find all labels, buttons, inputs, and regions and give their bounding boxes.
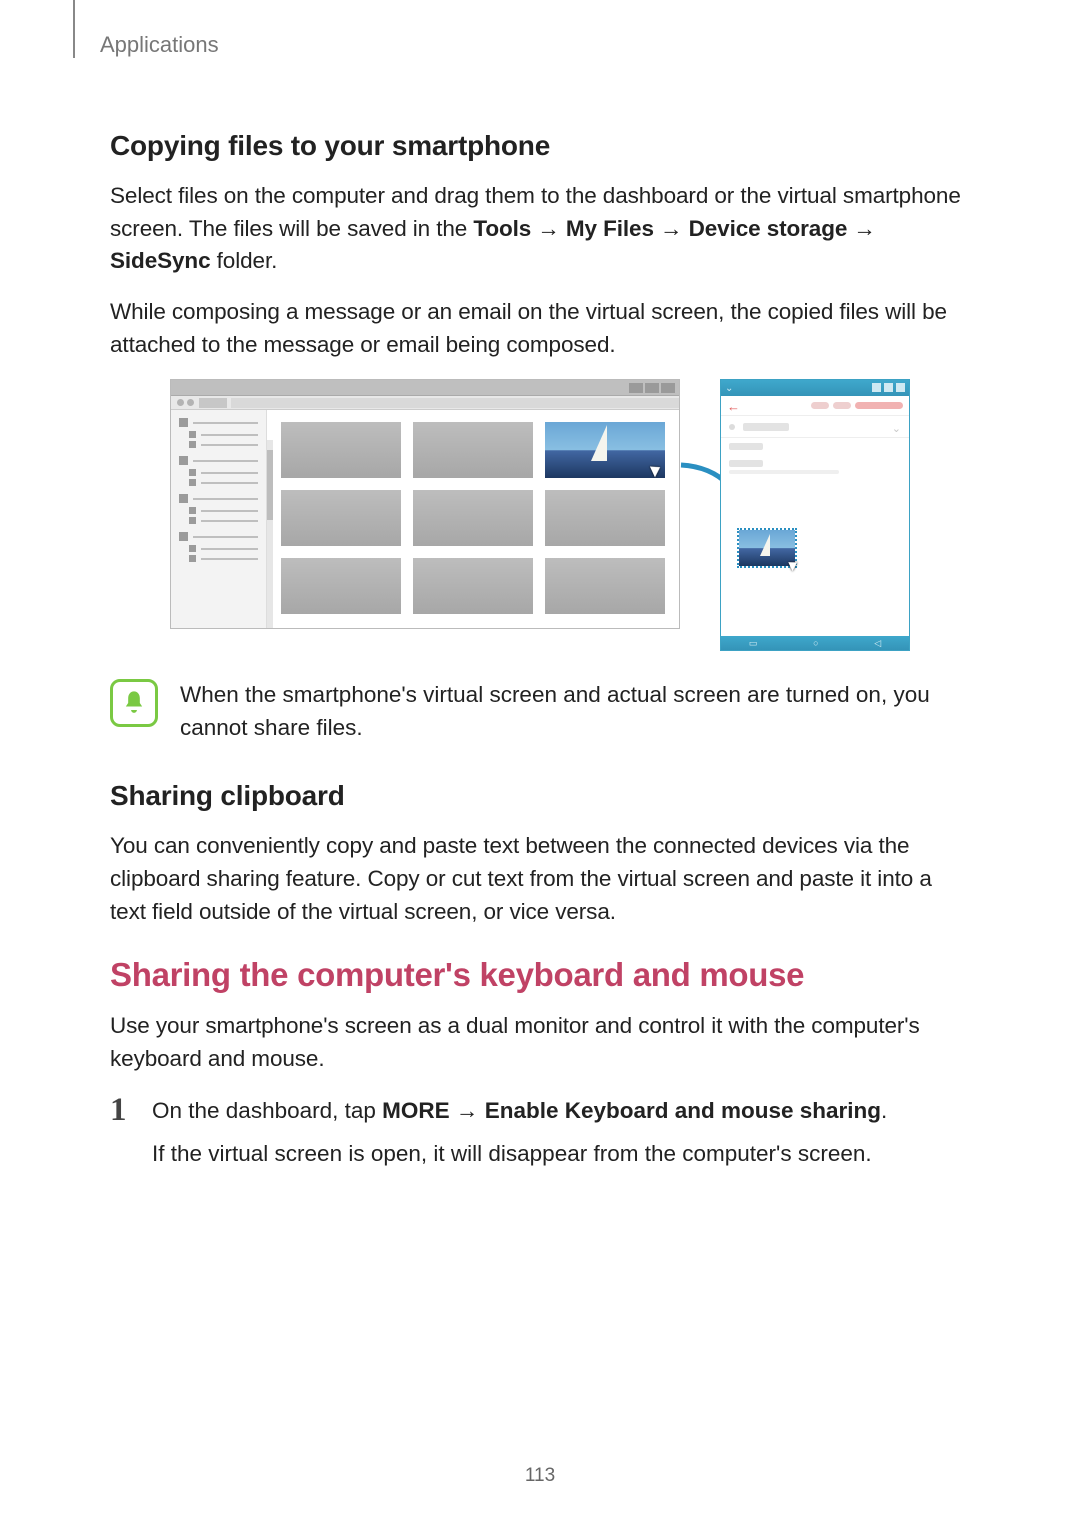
illustration: ⌄ ← ⌄ ▭ ○ ◁ (110, 379, 970, 653)
note-callout: When the smartphone's virtual screen and… (110, 679, 970, 744)
text: folder. (211, 248, 278, 273)
cursor-icon (788, 559, 799, 571)
heading-sharing-clipboard: Sharing clipboard (110, 780, 970, 812)
thumbnail (413, 490, 533, 546)
chevron-down-icon: ⌄ (892, 422, 901, 435)
step-1-line-1: On the dashboard, tap MORE → Enable Keyb… (152, 1094, 887, 1128)
thumbnail-selected (545, 422, 665, 478)
paragraph-copy-attach: While composing a message or an email on… (110, 296, 970, 361)
arrow-icon: → (531, 216, 566, 241)
window-close-icon (896, 383, 905, 392)
header-tab-mark (73, 0, 75, 58)
arrow-icon: → (654, 216, 689, 241)
path-tools: Tools (473, 216, 531, 241)
phone-navbar: ▭ ○ ◁ (721, 636, 909, 650)
file-tree-sidebar (171, 410, 267, 628)
compose-subject-field (721, 456, 909, 474)
back-icon: ← (727, 399, 740, 414)
heading-copying-files: Copying files to your smartphone (110, 130, 970, 162)
step-number: 1 (110, 1094, 136, 1182)
window-min-icon (629, 383, 643, 393)
thumbnail (413, 558, 533, 614)
note-bell-icon (110, 679, 158, 727)
path-device-storage: Device storage (689, 216, 848, 241)
thumbnail-grid (267, 410, 679, 628)
recent-icon: ▭ (749, 638, 758, 649)
page: Applications Copying files to your smart… (0, 0, 1080, 1527)
chevron-down-icon: ⌄ (725, 383, 733, 394)
header-section-label: Applications (100, 32, 219, 58)
step-1-line-2: If the virtual screen is open, it will d… (152, 1137, 887, 1171)
back-icon: ◁ (874, 638, 881, 649)
browser-tabbar (171, 396, 679, 410)
cursor-icon (650, 463, 663, 478)
path-sidesync: SideSync (110, 248, 211, 273)
paragraph-copy-path: Select files on the computer and drag th… (110, 180, 970, 278)
thumbnail (413, 422, 533, 478)
text: On the dashboard, tap (152, 1098, 382, 1123)
virtual-phone-window: ⌄ ← ⌄ ▭ ○ ◁ (720, 379, 910, 651)
scrollbar (267, 440, 273, 628)
window-max-icon (884, 383, 893, 392)
paragraph-share-intro: Use your smartphone's screen as a dual m… (110, 1010, 970, 1075)
thumbnail (281, 490, 401, 546)
window-titlebar (171, 380, 679, 396)
phone-titlebar: ⌄ (721, 380, 909, 396)
label-more: MORE (382, 1098, 450, 1123)
paragraph-clipboard: You can conveniently copy and paste text… (110, 830, 970, 928)
compose-header: ← (721, 396, 909, 416)
window-max-icon (645, 383, 659, 393)
thumbnail (281, 422, 401, 478)
compose-to-field: ⌄ (721, 416, 909, 438)
dropped-attachment (739, 530, 795, 566)
arrow-icon: → (450, 1098, 485, 1123)
window-close-icon (661, 383, 675, 393)
home-icon: ○ (813, 638, 818, 648)
thumbnail (545, 558, 665, 614)
heading-sharing-keyboard-mouse: Sharing the computer's keyboard and mous… (110, 956, 970, 994)
thumbnail (281, 558, 401, 614)
desktop-window (170, 379, 680, 629)
arrow-icon: → (847, 216, 876, 241)
thumbnail (545, 490, 665, 546)
step-1: 1 On the dashboard, tap MORE → Enable Ke… (110, 1094, 970, 1182)
page-number: 113 (0, 1465, 1080, 1487)
compose-from-field (721, 438, 909, 456)
text: . (881, 1098, 887, 1123)
label-enable-sharing: Enable Keyboard and mouse sharing (485, 1098, 881, 1123)
content: Copying files to your smartphone Select … (110, 130, 970, 1181)
path-myfiles: My Files (566, 216, 654, 241)
note-text: When the smartphone's virtual screen and… (180, 679, 970, 744)
window-min-icon (872, 383, 881, 392)
